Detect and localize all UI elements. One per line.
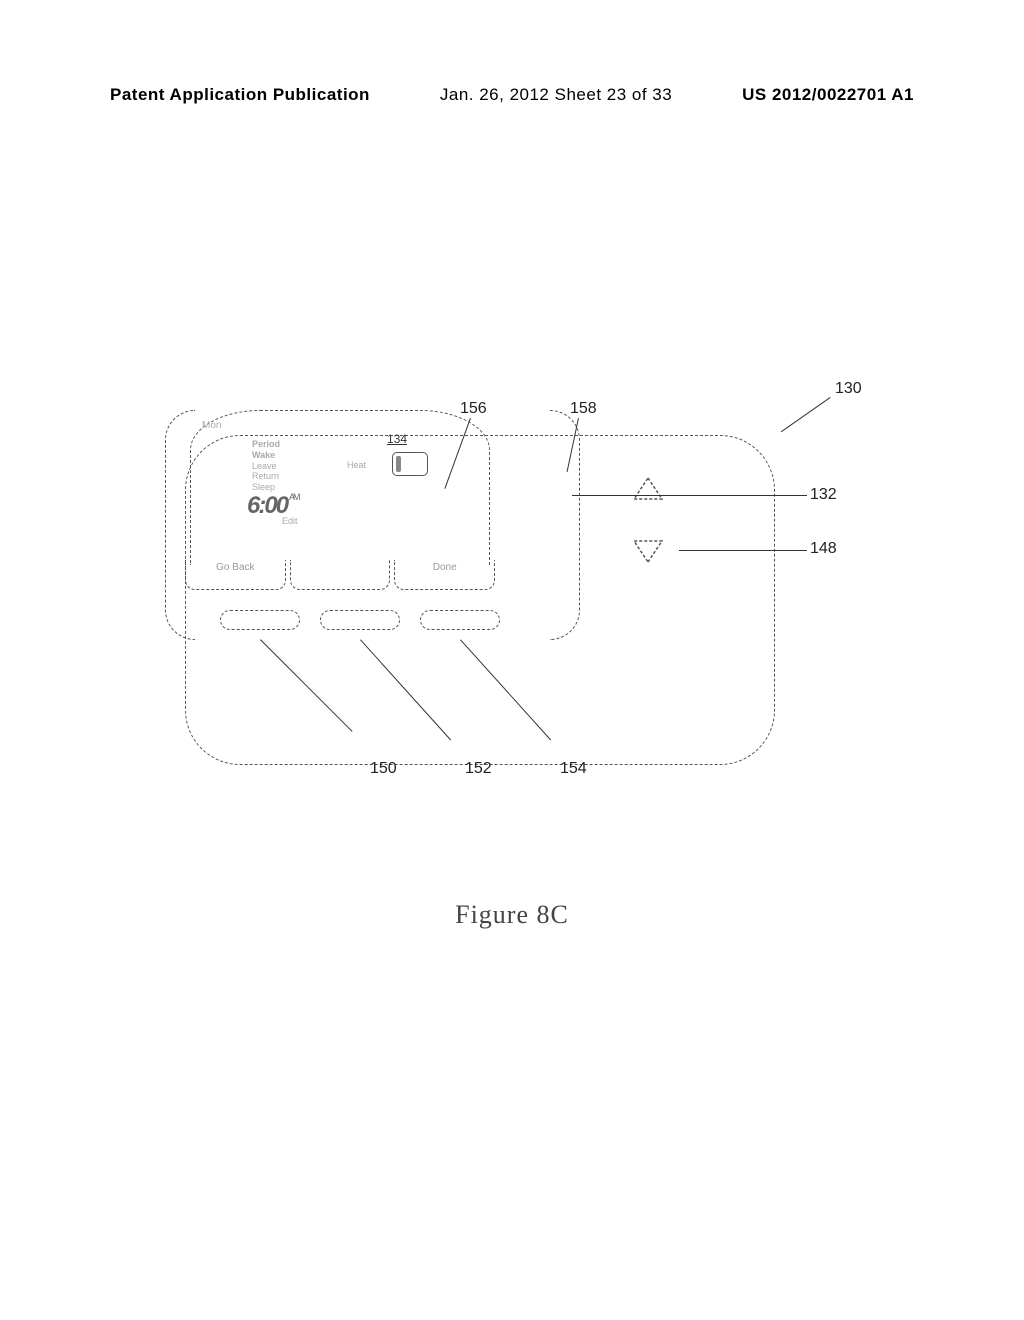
- ref-158: 158: [570, 400, 597, 418]
- hw-button-150[interactable]: [220, 610, 300, 630]
- page-header: Patent Application Publication Jan. 26, …: [0, 0, 1024, 105]
- header-date-sheet: Jan. 26, 2012 Sheet 23 of 33: [440, 85, 672, 105]
- softkey-label-mid: [290, 560, 391, 590]
- ref-152: 152: [465, 760, 492, 778]
- hw-button-154[interactable]: [420, 610, 500, 630]
- ref-148: 148: [810, 540, 837, 558]
- display-content: Mon Period Wake Leave Return Sleep Heat …: [202, 420, 482, 560]
- period-list: Period Wake Leave Return Sleep: [252, 439, 482, 493]
- softkey-label-goback: Go Back: [185, 560, 286, 590]
- time-ampm: AM: [289, 492, 299, 502]
- period-heading: Period: [252, 439, 482, 450]
- hw-button-152[interactable]: [320, 610, 400, 630]
- hardware-buttons: [220, 610, 500, 630]
- ref-150: 150: [370, 760, 397, 778]
- figure-caption: Figure 8C: [0, 900, 1024, 930]
- leader-148: [679, 550, 807, 551]
- softkey-labels: Go Back Done: [185, 560, 495, 590]
- ref-134-inline: 134: [387, 432, 407, 446]
- ref-130: 130: [835, 380, 862, 398]
- softkey-label-done: Done: [394, 560, 495, 590]
- header-publication-type: Patent Application Publication: [110, 85, 370, 105]
- bezel-left: [165, 410, 195, 640]
- day-label: Mon: [202, 420, 482, 431]
- period-wake: Wake: [252, 450, 482, 461]
- edit-label: Edit: [282, 516, 298, 526]
- period-leave: Leave: [252, 461, 482, 472]
- bezel-right: [550, 410, 580, 640]
- temp-setpoint-box-158: [392, 452, 428, 476]
- arrow-up-button[interactable]: [630, 475, 666, 505]
- leader-130: [781, 397, 831, 432]
- mode-label: Heat: [347, 460, 366, 470]
- ref-154: 154: [560, 760, 587, 778]
- time-digits: 6:00: [247, 492, 287, 519]
- leader-132: [572, 495, 807, 496]
- ref-156: 156: [460, 400, 487, 418]
- figure-8c: Mon Period Wake Leave Return Sleep Heat …: [130, 380, 890, 840]
- header-publication-number: US 2012/0022701 A1: [742, 85, 914, 105]
- ref-132: 132: [810, 486, 837, 504]
- arrow-down-button[interactable]: [630, 535, 666, 565]
